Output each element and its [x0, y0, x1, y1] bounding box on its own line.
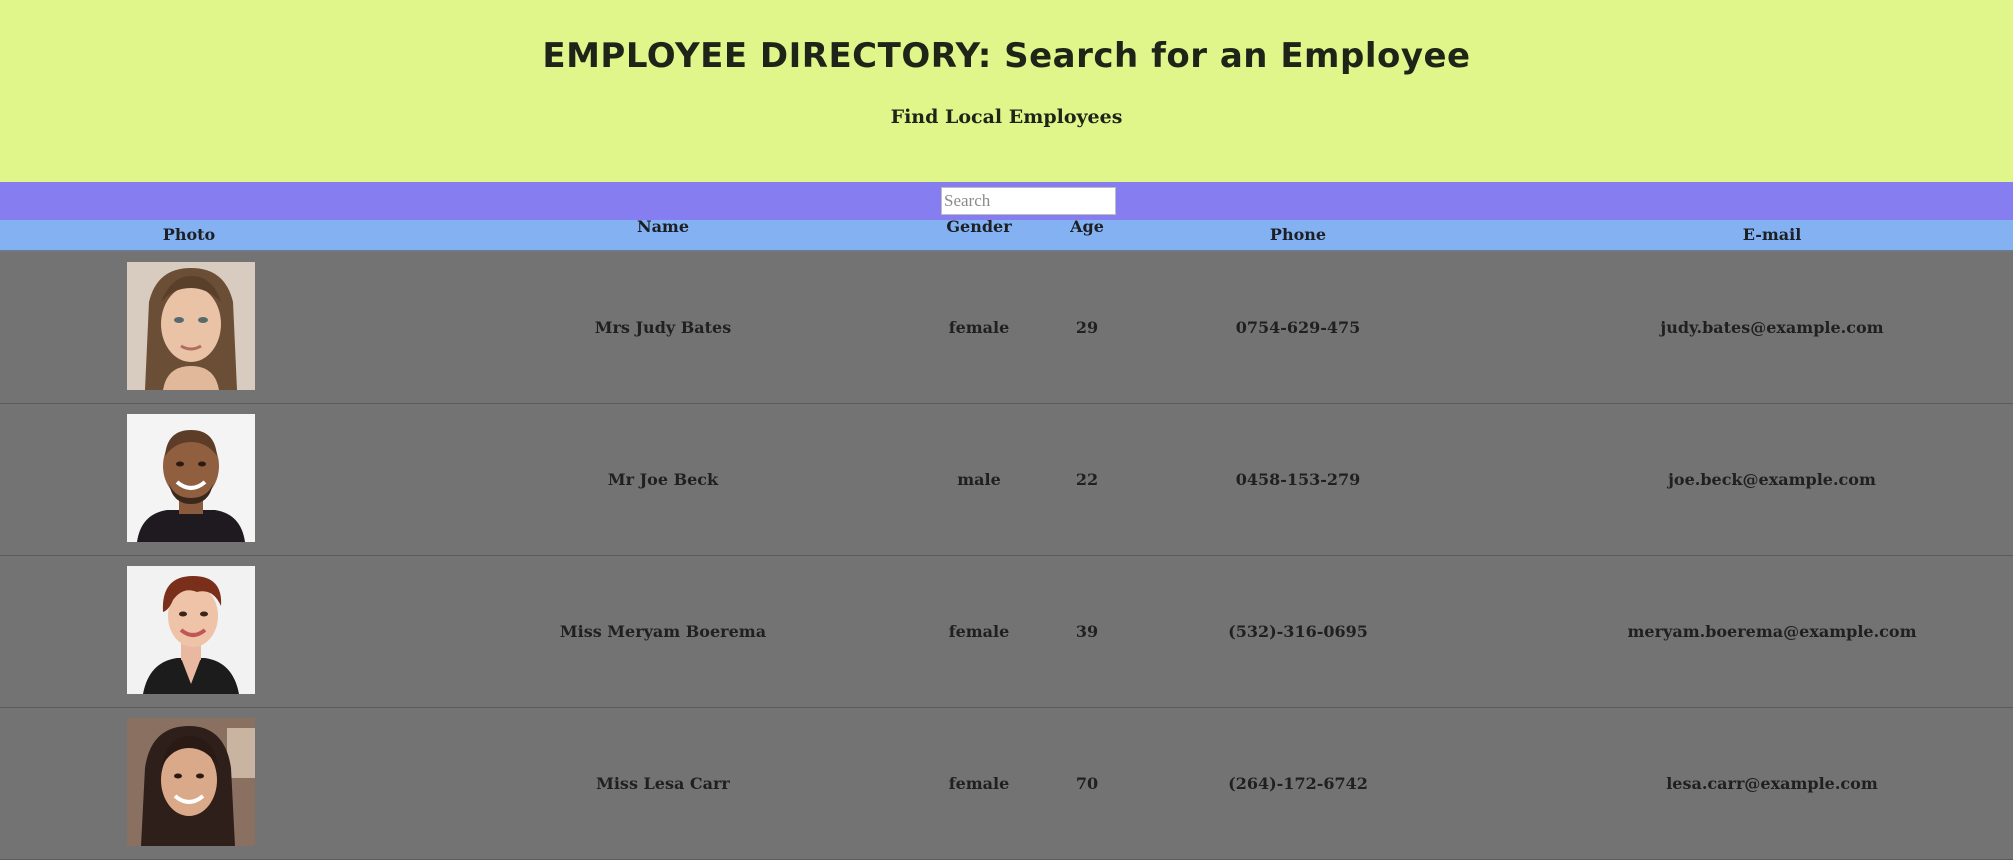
employee-photo — [127, 566, 255, 694]
employee-gender: male — [957, 470, 1001, 489]
table-header: Photo Name Gender Age Phone E-mail — [0, 217, 2013, 252]
employee-gender: female — [948, 774, 1010, 793]
table-row: Miss Lesa Carr female 70 (264)-172-6742 … — [0, 708, 2013, 860]
page-header: EMPLOYEE DIRECTORY: Search for an Employ… — [0, 0, 2013, 182]
employee-photo — [127, 414, 255, 542]
employee-age: 70 — [1075, 774, 1099, 793]
table-row: Mrs Judy Bates female 29 0754-629-475 ju… — [0, 252, 2013, 404]
table-row: Miss Meryam Boerema female 39 (532)-316-… — [0, 556, 2013, 708]
employee-phone: (264)-172-6742 — [1228, 774, 1368, 793]
column-header-phone[interactable]: Phone — [1223, 225, 1373, 244]
employee-email[interactable]: lesa.carr@example.com — [1622, 708, 1922, 859]
page-title: EMPLOYEE DIRECTORY: Search for an Employ… — [542, 36, 1471, 76]
column-header-name[interactable]: Name — [563, 217, 763, 236]
employee-age: 22 — [1075, 470, 1099, 489]
employee-phone: (532)-316-0695 — [1228, 622, 1368, 641]
employee-email[interactable]: judy.bates@example.com — [1622, 252, 1922, 403]
employee-photo — [127, 262, 255, 390]
search-bar — [0, 182, 2013, 220]
column-header-email[interactable]: E-mail — [1672, 225, 1872, 244]
search-input[interactable] — [941, 187, 1116, 215]
employee-phone: 0754-629-475 — [1235, 318, 1361, 337]
employee-name: Mrs Judy Bates — [594, 318, 732, 337]
column-header-age[interactable]: Age — [1057, 217, 1117, 236]
employee-name: Miss Meryam Boerema — [559, 622, 767, 641]
table-row: Mr Joe Beck male 22 0458-153-279 joe.bec… — [0, 404, 2013, 556]
employee-age: 29 — [1075, 318, 1099, 337]
employee-name: Miss Lesa Carr — [596, 774, 730, 793]
employee-email[interactable]: joe.beck@example.com — [1622, 404, 1922, 555]
employee-table-body: Mrs Judy Bates female 29 0754-629-475 ju… — [0, 252, 2013, 860]
employee-name: Mr Joe Beck — [607, 470, 719, 489]
employee-photo — [127, 718, 255, 846]
column-header-photo[interactable]: Photo — [127, 225, 251, 244]
column-header-gender[interactable]: Gender — [929, 217, 1029, 236]
page-subtitle: Find Local Employees — [890, 106, 1123, 128]
employee-phone: 0458-153-279 — [1235, 470, 1361, 489]
employee-age: 39 — [1075, 622, 1099, 641]
employee-gender: female — [948, 318, 1010, 337]
employee-email[interactable]: meryam.boerema@example.com — [1622, 556, 1922, 707]
employee-gender: female — [948, 622, 1010, 641]
